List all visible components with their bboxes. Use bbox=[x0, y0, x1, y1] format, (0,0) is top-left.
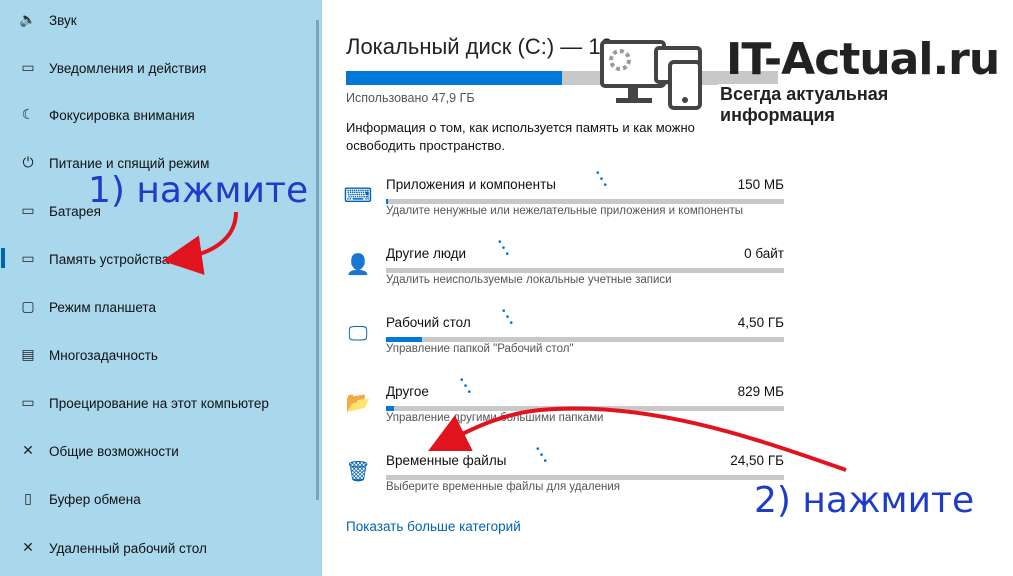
category-size: 0 байт bbox=[744, 246, 784, 261]
category-desc: Выберите временные файлы для удаления bbox=[386, 481, 620, 493]
loading-spinner-icon: • • • bbox=[596, 168, 609, 191]
sidebar-item-multitasking[interactable]: ▤ Многозадачность bbox=[0, 333, 322, 377]
category-bar bbox=[386, 406, 784, 411]
shared-experiences-icon: ✕ bbox=[22, 443, 34, 459]
category-name: Рабочий стол bbox=[386, 315, 471, 330]
speaker-icon: 🔈 bbox=[19, 12, 37, 28]
category-desc: Удалите ненужные или нежелательные прило… bbox=[386, 205, 744, 217]
power-icon: ⏻ bbox=[22, 155, 34, 171]
storage-info-text: Информация о том, как используется памят… bbox=[346, 120, 695, 153]
category-desc: Удалить неиспользуемые локальные учетные… bbox=[386, 274, 672, 286]
moon-icon: ☾ bbox=[21, 107, 35, 123]
sidebar-item-label: Многозадачность bbox=[49, 347, 158, 363]
sidebar-item-label: Звук bbox=[49, 12, 77, 28]
annotation-step-1: 1) нажмите bbox=[88, 170, 309, 211]
category-desc: Управление папкой "Рабочий стол" bbox=[386, 343, 574, 355]
category-apps[interactable]: ⌨ Приложения и компоненты • • • 150 МБ У… bbox=[343, 169, 786, 237]
category-size: 4,50 ГБ bbox=[737, 315, 784, 330]
loading-spinner-icon: • • • bbox=[502, 306, 515, 329]
category-desktop[interactable]: 🖵 Рабочий стол • • • 4,50 ГБ Управление … bbox=[346, 307, 786, 375]
category-other-people[interactable]: 👤 Другие люди • • • 0 байт Удалить неисп… bbox=[345, 238, 786, 306]
apps-icon: ⌨ bbox=[343, 183, 373, 207]
notification-icon: ▭ bbox=[21, 60, 35, 76]
sidebar-item-sound[interactable]: 🔈 Звук bbox=[0, 0, 322, 42]
category-other[interactable]: 📂 Другое • • • 829 МБ Управление другими… bbox=[345, 376, 786, 444]
sidebar-item-projection[interactable]: ▭ Проецирование на этот компьютер bbox=[0, 381, 322, 425]
category-bar bbox=[386, 475, 784, 480]
logo-subtitle: Всегда актуальная информация bbox=[718, 84, 1002, 126]
desktop-icon: 🖵 bbox=[348, 321, 368, 345]
show-more-categories-link[interactable]: Показать больше категорий bbox=[346, 519, 521, 534]
category-size: 150 МБ bbox=[737, 177, 784, 192]
sidebar-item-tablet-mode[interactable]: ▢ Режим планшета bbox=[0, 285, 322, 329]
category-desc: Управление другими большими папками bbox=[386, 412, 604, 424]
sidebar-item-notifications[interactable]: ▭ Уведомления и действия bbox=[0, 46, 322, 90]
loading-spinner-icon: • • • bbox=[498, 237, 511, 260]
sidebar-item-label: Режим планшета bbox=[49, 299, 156, 315]
people-icon: 👤 bbox=[345, 252, 371, 276]
annotation-step-2: 2) нажмите bbox=[754, 480, 975, 521]
trash-icon: 🗑 bbox=[345, 459, 371, 483]
sidebar-item-label: Буфер обмена bbox=[49, 491, 141, 507]
category-bar-fill bbox=[386, 337, 422, 342]
disk-used-label: Использовано 47,9 ГБ bbox=[346, 91, 475, 105]
sidebar-item-clipboard[interactable]: ▯ Буфер обмена bbox=[0, 477, 322, 521]
page-title: Локальный диск (C:) — 10 bbox=[346, 34, 613, 59]
battery-icon: ▭ bbox=[21, 203, 35, 219]
sidebar-item-label: Удаленный рабочий стол bbox=[49, 540, 207, 556]
sidebar-item-label: Уведомления и действия bbox=[49, 60, 207, 76]
loading-spinner-icon: • • • bbox=[460, 375, 473, 398]
storage-icon: ▭ bbox=[21, 251, 35, 267]
logo-title: IT-Actual.ru bbox=[726, 34, 1000, 85]
clipboard-icon: ▯ bbox=[24, 491, 32, 507]
category-size: 24,50 ГБ bbox=[730, 453, 784, 468]
sidebar-item-label: Питание и спящий режим bbox=[49, 155, 210, 171]
multitask-icon: ▤ bbox=[21, 347, 35, 363]
projection-icon: ▭ bbox=[21, 395, 35, 411]
sidebar-item-storage[interactable]: ▭ Память устройства bbox=[0, 237, 322, 281]
settings-sidebar: 🔈 Звук ▭ Уведомления и действия ☾ Фокуси… bbox=[0, 0, 322, 576]
sidebar-item-label: Проецирование на этот компьютер bbox=[49, 395, 269, 411]
tablet-icon: ▢ bbox=[21, 299, 35, 315]
site-logo: IT-Actual.ru Всегда актуальная информаци… bbox=[600, 32, 1002, 126]
sidebar-item-label: Фокусировка внимания bbox=[49, 107, 195, 123]
sidebar-item-remote-desktop[interactable]: ✕ Удаленный рабочий стол bbox=[0, 526, 322, 570]
sidebar-item-shared-experiences[interactable]: ✕ Общие возможности bbox=[0, 429, 322, 473]
computer-devices-icon bbox=[600, 40, 702, 110]
sidebar-item-focus-assist[interactable]: ☾ Фокусировка внимания bbox=[0, 93, 322, 137]
sidebar-item-label: Память устройства bbox=[49, 251, 170, 267]
sidebar-item-label: Общие возможности bbox=[49, 443, 179, 459]
category-name: Временные файлы bbox=[386, 453, 507, 468]
category-bar-fill bbox=[386, 199, 388, 204]
category-name: Приложения и компоненты bbox=[386, 177, 556, 192]
category-temp-files[interactable]: 🗑 Временные файлы • • • 24,50 ГБ Выберит… bbox=[345, 445, 786, 513]
disk-usage-fill bbox=[346, 71, 562, 85]
category-size: 829 МБ bbox=[737, 384, 784, 399]
loading-spinner-icon: • • • bbox=[536, 444, 549, 467]
category-name: Другое bbox=[386, 384, 429, 399]
category-bar bbox=[386, 268, 784, 273]
remote-desktop-icon: ✕ bbox=[22, 540, 34, 556]
category-bar bbox=[386, 199, 784, 204]
other-folder-icon: 📂 bbox=[345, 390, 371, 414]
category-bar bbox=[386, 337, 784, 342]
category-name: Другие люди bbox=[386, 246, 467, 261]
category-bar-fill bbox=[386, 406, 394, 411]
